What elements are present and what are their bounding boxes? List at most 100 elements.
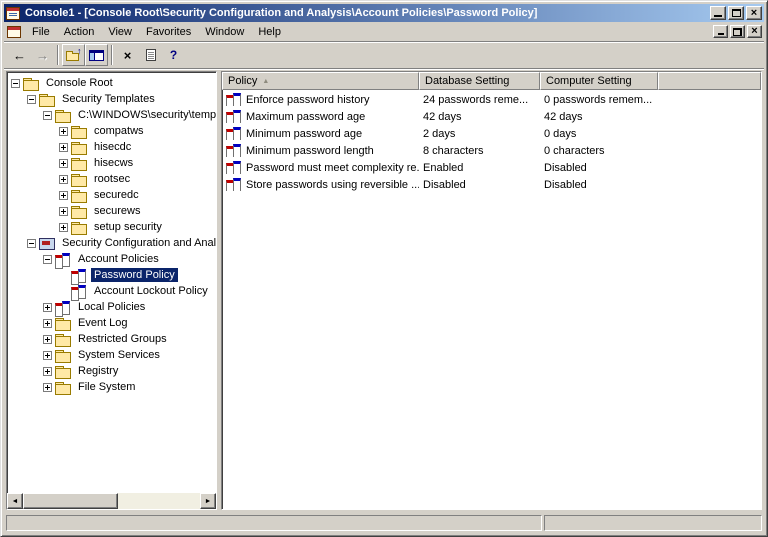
folder-icon (55, 109, 71, 122)
tree-horizontal-scrollbar: ◄ ► (7, 493, 216, 509)
tree-item-event-log[interactable]: Event Log (7, 315, 216, 331)
tree-item-rootsec[interactable]: rootsec (7, 171, 216, 187)
console-tree-panes-icon (89, 50, 104, 61)
policy-row[interactable]: Maximum password age 42 days 42 days (222, 108, 761, 125)
column-header-database-setting[interactable]: Database Setting (419, 72, 540, 90)
menu-action[interactable]: Action (57, 23, 102, 40)
scrollbar-track[interactable] (23, 493, 200, 509)
expand-icon[interactable] (59, 191, 68, 200)
collapse-icon[interactable] (27, 95, 36, 104)
policy-name: Password must meet complexity re... (246, 162, 419, 174)
tree-item-windows-security-templates[interactable]: C:\WINDOWS\security\templa (7, 107, 216, 123)
child-close-button[interactable]: × (747, 25, 762, 38)
tree-item-label: Local Policies (75, 300, 148, 314)
scroll-right-button[interactable]: ► (200, 493, 216, 509)
restore-icon (733, 28, 742, 36)
computer-setting: 0 characters (540, 145, 658, 157)
window-title: Console1 - [Console Root\Security Config… (25, 7, 708, 19)
minimize-icon (718, 33, 724, 35)
maximize-button[interactable] (728, 6, 744, 20)
folder-icon (71, 189, 87, 202)
policy-scroll-icon (71, 269, 87, 282)
collapse-icon[interactable] (43, 111, 52, 120)
close-button[interactable]: × (746, 6, 762, 20)
tree-item-securedc[interactable]: securedc (7, 187, 216, 203)
tree-item-hisecws[interactable]: hisecws (7, 155, 216, 171)
expand-icon[interactable] (43, 383, 52, 392)
computer-setting: Disabled (540, 162, 658, 174)
minimize-button[interactable] (710, 6, 726, 20)
child-minimize-button[interactable] (713, 25, 728, 38)
up-one-level-button[interactable]: ↑ (62, 44, 85, 66)
minimize-icon (714, 15, 722, 17)
expand-icon[interactable] (43, 303, 52, 312)
policy-list: Enforce password history 24 passwords re… (222, 90, 761, 509)
tree-item-account-lockout-policy[interactable]: Account Lockout Policy (7, 283, 216, 299)
folder-icon (23, 77, 39, 90)
menu-view[interactable]: View (101, 23, 139, 40)
policy-row[interactable]: Enforce password history 24 passwords re… (222, 91, 761, 108)
collapse-icon[interactable] (43, 255, 52, 264)
tree-item-compatws[interactable]: compatws (7, 123, 216, 139)
show-hide-console-tree-button[interactable] (85, 44, 108, 66)
policy-row[interactable]: Store passwords using reversible ... Dis… (222, 176, 761, 193)
policy-row[interactable]: Minimum password length 8 characters 0 c… (222, 142, 761, 159)
sort-ascending-icon: ▲ (262, 78, 269, 85)
tree-item-security-configuration-and-analysis[interactable]: Security Configuration and Analys (7, 235, 216, 251)
menu-help[interactable]: Help (251, 23, 288, 40)
tree-item-hisecdc[interactable]: hisecdc (7, 139, 216, 155)
expand-icon[interactable] (59, 175, 68, 184)
collapse-icon[interactable] (27, 239, 36, 248)
child-restore-button[interactable] (730, 25, 745, 38)
tree-item-label: Security Templates (59, 92, 158, 106)
back-arrow-icon: ← (13, 49, 26, 62)
scrollbar-thumb[interactable] (23, 493, 118, 509)
tree-item-local-policies[interactable]: Local Policies (7, 299, 216, 315)
expand-icon[interactable] (59, 143, 68, 152)
tree-item-system-services[interactable]: System Services (7, 347, 216, 363)
expand-icon[interactable] (59, 159, 68, 168)
security-configuration-icon (39, 237, 55, 250)
policy-row[interactable]: Password must meet complexity re... Enab… (222, 159, 761, 176)
tree-item-setup-security[interactable]: setup security (7, 219, 216, 235)
tree-item-restricted-groups[interactable]: Restricted Groups (7, 331, 216, 347)
column-header-policy[interactable]: Policy ▲ (222, 72, 419, 90)
child-window-icon[interactable] (7, 26, 21, 38)
tree-item-console-root[interactable]: Console Root (7, 75, 216, 91)
expand-icon[interactable] (59, 223, 68, 232)
expand-icon[interactable] (43, 367, 52, 376)
folder-icon (55, 317, 71, 330)
help-button[interactable]: ? (162, 44, 185, 66)
menu-window[interactable]: Window (198, 23, 251, 40)
tree-item-securews[interactable]: securews (7, 203, 216, 219)
tree-item-account-policies[interactable]: Account Policies (7, 251, 216, 267)
folder-icon (55, 381, 71, 394)
policy-folder-icon (55, 253, 71, 266)
menu-favorites[interactable]: Favorites (139, 23, 198, 40)
expand-icon[interactable] (59, 207, 68, 216)
folder-icon (71, 221, 87, 234)
scroll-left-button[interactable]: ◄ (7, 493, 23, 509)
forward-button[interactable]: → (31, 44, 54, 66)
tree-item-file-system[interactable]: File System (7, 379, 216, 395)
tree-item-security-templates[interactable]: Security Templates (7, 91, 216, 107)
delete-button[interactable]: × (116, 44, 139, 66)
expand-icon[interactable] (43, 335, 52, 344)
policy-row[interactable]: Minimum password age 2 days 0 days (222, 125, 761, 142)
status-bar (4, 511, 764, 533)
collapse-icon[interactable] (11, 79, 20, 88)
console-system-menu-icon[interactable] (6, 7, 20, 20)
folder-icon (71, 125, 87, 138)
close-icon: × (751, 26, 757, 37)
tree-item-registry[interactable]: Registry (7, 363, 216, 379)
expand-icon[interactable] (43, 319, 52, 328)
back-button[interactable]: ← (8, 44, 31, 66)
expand-icon[interactable] (43, 351, 52, 360)
tree-item-password-policy[interactable]: Password Policy (7, 267, 216, 283)
menu-file[interactable]: File (25, 23, 57, 40)
tree-item-label: securedc (91, 188, 142, 202)
export-list-button[interactable] (139, 44, 162, 66)
main-area: Console Root Security Templates C:\WINDO… (4, 69, 764, 511)
expand-icon[interactable] (59, 127, 68, 136)
column-header-computer-setting[interactable]: Computer Setting (540, 72, 658, 90)
